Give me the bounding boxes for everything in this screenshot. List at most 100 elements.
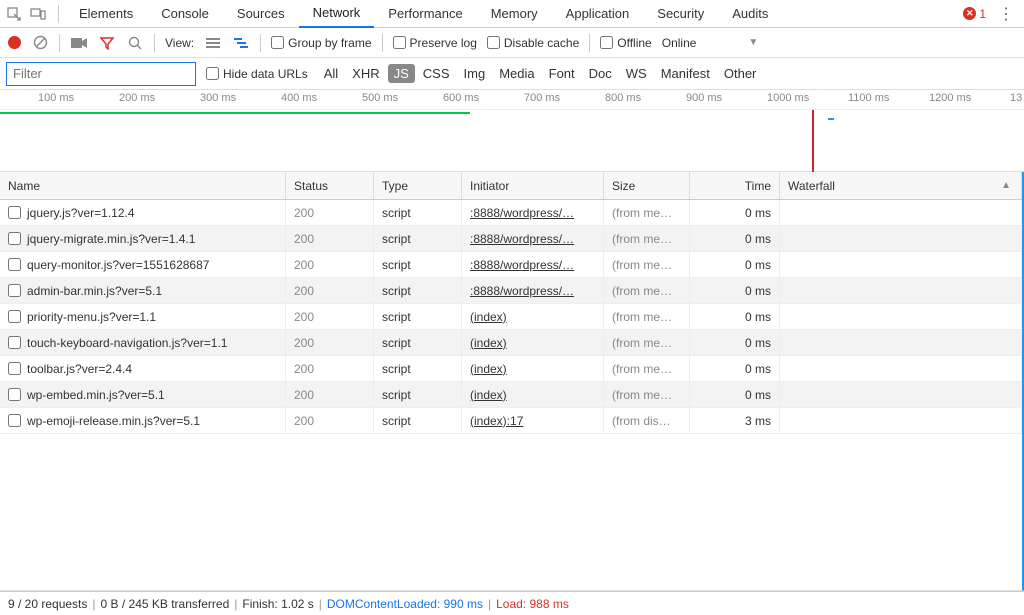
- tab-audits[interactable]: Audits: [718, 0, 782, 28]
- table-row[interactable]: jquery-migrate.min.js?ver=1.4.1200script…: [0, 226, 1022, 252]
- row-checkbox[interactable]: [8, 206, 21, 219]
- offline-checkbox[interactable]: Offline: [600, 36, 651, 50]
- filter-type-doc[interactable]: Doc: [583, 64, 618, 83]
- preserve-log-checkbox[interactable]: Preserve log: [393, 36, 477, 50]
- cell-initiator: (index): [462, 304, 604, 329]
- row-checkbox[interactable]: [8, 336, 21, 349]
- initiator-link[interactable]: :8888/wordpress/…: [470, 232, 574, 246]
- table-row[interactable]: query-monitor.js?ver=1551628687200script…: [0, 252, 1022, 278]
- initiator-link[interactable]: :8888/wordpress/…: [470, 284, 574, 298]
- row-checkbox[interactable]: [8, 362, 21, 375]
- tab-security[interactable]: Security: [643, 0, 718, 28]
- camera-icon[interactable]: [70, 34, 88, 52]
- hide-data-urls-checkbox[interactable]: Hide data URLs: [206, 67, 308, 81]
- col-type[interactable]: Type: [374, 172, 462, 199]
- cell-status: 200: [286, 278, 374, 303]
- filter-type-media[interactable]: Media: [493, 64, 540, 83]
- table-row[interactable]: wp-emoji-release.min.js?ver=5.1200script…: [0, 408, 1022, 434]
- cell-initiator: (index): [462, 356, 604, 381]
- cell-status: 200: [286, 408, 374, 433]
- cell-waterfall: [780, 200, 1022, 225]
- filter-type-all[interactable]: All: [318, 64, 344, 83]
- clear-icon[interactable]: [31, 34, 49, 52]
- filter-type-ws[interactable]: WS: [620, 64, 653, 83]
- col-size[interactable]: Size: [604, 172, 690, 199]
- table-row[interactable]: priority-menu.js?ver=1.1200script(index)…: [0, 304, 1022, 330]
- device-toggle-icon[interactable]: [28, 4, 48, 24]
- row-checkbox[interactable]: [8, 388, 21, 401]
- tab-memory[interactable]: Memory: [477, 0, 552, 28]
- cell-type: script: [374, 278, 462, 303]
- timeline-tick: 13: [1010, 92, 1022, 104]
- tab-network[interactable]: Network: [299, 0, 375, 28]
- col-waterfall[interactable]: Waterfall▲: [780, 172, 1022, 199]
- cell-status: 200: [286, 304, 374, 329]
- cell-initiator: :8888/wordpress/…: [462, 226, 604, 251]
- cell-initiator: :8888/wordpress/…: [462, 252, 604, 277]
- tab-console[interactable]: Console: [147, 0, 223, 28]
- tab-sources[interactable]: Sources: [223, 0, 299, 28]
- initiator-link[interactable]: (index): [470, 336, 507, 350]
- table-row[interactable]: admin-bar.min.js?ver=5.1200script:8888/w…: [0, 278, 1022, 304]
- timeline-load-bar: [0, 112, 470, 114]
- filter-type-img[interactable]: Img: [458, 64, 492, 83]
- col-initiator[interactable]: Initiator: [462, 172, 604, 199]
- col-time[interactable]: Time: [690, 172, 780, 199]
- initiator-link[interactable]: (index): [470, 362, 507, 376]
- timeline-tick: 800 ms: [605, 92, 641, 104]
- tab-application[interactable]: Application: [552, 0, 644, 28]
- disable-cache-checkbox[interactable]: Disable cache: [487, 36, 579, 50]
- cell-name: query-monitor.js?ver=1551628687: [0, 252, 286, 277]
- timeline-body: [0, 110, 1024, 172]
- col-name[interactable]: Name: [0, 172, 286, 199]
- inspect-icon[interactable]: [4, 4, 24, 24]
- initiator-link[interactable]: :8888/wordpress/…: [470, 258, 574, 272]
- more-icon[interactable]: ⋮: [992, 4, 1020, 24]
- table-row[interactable]: jquery.js?ver=1.12.4200script:8888/wordp…: [0, 200, 1022, 226]
- search-icon[interactable]: [126, 34, 144, 52]
- waterfall-overview-icon[interactable]: [232, 34, 250, 52]
- throttling-select[interactable]: Online ▼: [662, 36, 759, 50]
- table-row[interactable]: toolbar.js?ver=2.4.4200script(index)(fro…: [0, 356, 1022, 382]
- col-status[interactable]: Status: [286, 172, 374, 199]
- filter-type-css[interactable]: CSS: [417, 64, 456, 83]
- cell-time: 0 ms: [690, 304, 780, 329]
- filter-type-other[interactable]: Other: [718, 64, 763, 83]
- cell-name: priority-menu.js?ver=1.1: [0, 304, 286, 329]
- initiator-link[interactable]: :8888/wordpress/…: [470, 206, 574, 220]
- error-badge[interactable]: ✕ 1: [963, 7, 986, 21]
- cell-type: script: [374, 356, 462, 381]
- filter-type-xhr[interactable]: XHR: [346, 64, 385, 83]
- large-rows-icon[interactable]: [204, 34, 222, 52]
- timeline-tick: 900 ms: [686, 92, 722, 104]
- row-checkbox[interactable]: [8, 414, 21, 427]
- row-checkbox[interactable]: [8, 232, 21, 245]
- tab-performance[interactable]: Performance: [374, 0, 476, 28]
- row-checkbox[interactable]: [8, 284, 21, 297]
- initiator-link[interactable]: (index): [470, 388, 507, 402]
- cell-size: (from me…: [604, 252, 690, 277]
- timeline-overview[interactable]: 100 ms200 ms300 ms400 ms500 ms600 ms700 …: [0, 90, 1024, 172]
- cell-type: script: [374, 408, 462, 433]
- cell-size: (from me…: [604, 226, 690, 251]
- sort-arrow-icon: ▲: [1001, 180, 1011, 191]
- group-by-frame-checkbox[interactable]: Group by frame: [271, 36, 371, 50]
- cell-waterfall: [780, 382, 1022, 407]
- filter-type-manifest[interactable]: Manifest: [655, 64, 716, 83]
- initiator-link[interactable]: (index):17: [470, 414, 523, 428]
- filter-input[interactable]: [6, 62, 196, 86]
- filter-icon[interactable]: [98, 34, 116, 52]
- timeline-tick: 200 ms: [119, 92, 155, 104]
- initiator-link[interactable]: (index): [470, 310, 507, 324]
- filter-type-font[interactable]: Font: [543, 64, 581, 83]
- cell-waterfall: [780, 356, 1022, 381]
- record-button[interactable]: [8, 36, 21, 49]
- row-checkbox[interactable]: [8, 258, 21, 271]
- row-checkbox[interactable]: [8, 310, 21, 323]
- table-row[interactable]: wp-embed.min.js?ver=5.1200script(index)(…: [0, 382, 1022, 408]
- filter-type-js[interactable]: JS: [388, 64, 415, 83]
- cell-time: 0 ms: [690, 252, 780, 277]
- cell-status: 200: [286, 200, 374, 225]
- table-row[interactable]: touch-keyboard-navigation.js?ver=1.1200s…: [0, 330, 1022, 356]
- tab-elements[interactable]: Elements: [65, 0, 147, 28]
